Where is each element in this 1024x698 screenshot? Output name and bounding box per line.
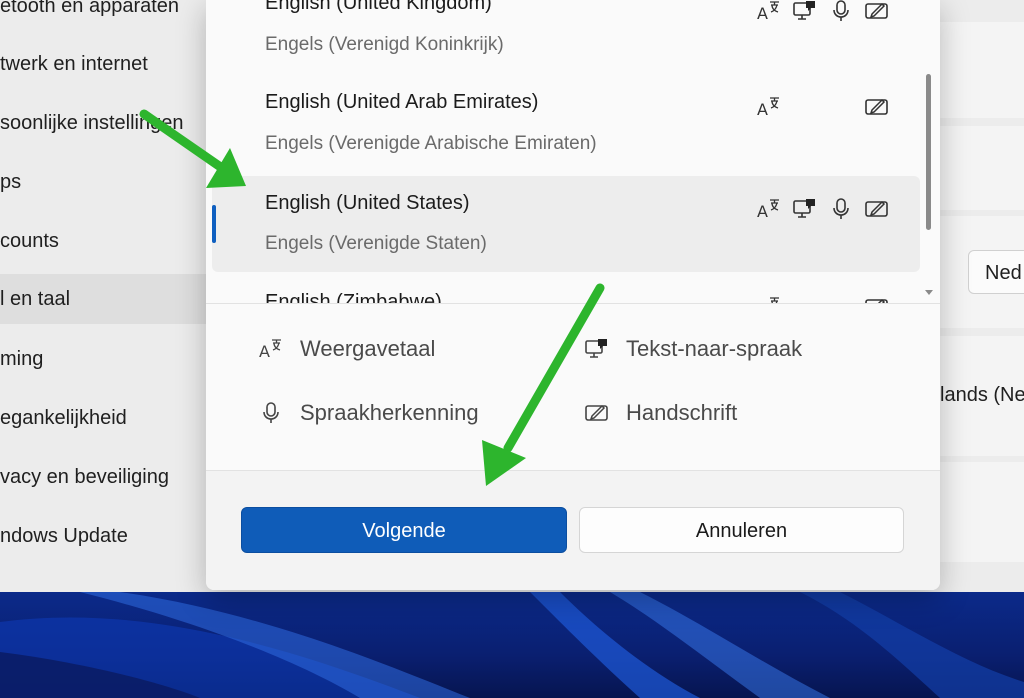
regional-format-value: lands (Ne [940,384,1024,406]
sidebar-item-windows-update[interactable]: ndows Update [0,518,128,554]
display-language-icon: A [756,94,782,120]
dialog-footer: Volgende Annuleren [206,471,940,590]
language-native-name: Engels (Verenigd Koninkrijk) [265,34,504,55]
language-dropdown-button[interactable]: Ned [968,250,1024,294]
list-item-english-uae[interactable]: English (United Arab Emirates) Engels (V… [212,76,920,172]
sidebar-item-accessibility[interactable]: egankelijkheid [0,400,127,436]
language-name: English (United States) [265,192,470,214]
language-native-name: Engels (Verenigde Arabische Emiraten) [265,133,597,154]
scrollbar-thumb[interactable] [926,74,931,230]
language-list: English (United Kingdom) Engels (Verenig… [206,0,940,304]
svg-text:A: A [259,342,270,361]
display-language-icon: A [756,196,782,222]
sidebar-item-privacy[interactable]: vacy en beveiliging [0,459,169,495]
desktop-wallpaper [0,592,1024,698]
handwriting-icon [864,94,890,120]
sidebar-item-network[interactable]: twerk en internet [0,46,148,82]
language-name: English (Zimbabwe) [265,291,442,304]
display-language-icon: A [756,294,782,303]
add-language-dialog: English (United Kingdom) Engels (Verenig… [206,0,940,590]
text-to-speech-icon [792,196,818,222]
scroll-down-arrow-icon[interactable] [924,284,934,295]
next-button[interactable]: Volgende [241,507,567,553]
list-item-english-uk[interactable]: English (United Kingdom) Engels (Verenig… [212,0,920,58]
microphone-icon [828,0,854,24]
list-item-english-zimbabwe[interactable]: English (Zimbabwe) A [212,278,920,304]
svg-text:A: A [757,202,768,221]
settings-card [930,462,1024,562]
sidebar-item-gaming[interactable]: ming [0,341,43,377]
settings-card [930,22,1024,118]
handwriting-icon [864,294,890,303]
sidebar-item-time-language[interactable]: l en taal [0,274,230,324]
display-language-icon: A [258,336,284,362]
list-item-english-us[interactable]: English (United States) Engels (Verenigd… [212,176,920,272]
legend-label: Spraakherkenning [300,400,479,425]
svg-text:A: A [757,4,768,23]
handwriting-icon [864,196,890,222]
language-native-name: Engels (Verenigde Staten) [265,233,487,254]
cancel-button[interactable]: Annuleren [579,507,904,553]
microphone-icon [828,196,854,222]
legend-label: Weergavetaal [300,336,436,361]
sidebar-item-accounts[interactable]: counts [0,223,59,259]
language-name: English (United Arab Emirates) [265,91,539,113]
display-language-icon: A [756,0,782,24]
text-to-speech-icon [792,0,818,24]
svg-text:A: A [757,100,768,119]
sidebar-item-bluetooth[interactable]: etooth en apparaten [0,0,179,24]
legend-label: Tekst-naar-spraak [626,336,803,361]
sidebar-item-apps[interactable]: ps [0,164,21,200]
settings-card [930,126,1024,210]
text-to-speech-icon [584,336,610,362]
handwriting-icon [864,0,890,24]
handwriting-icon [584,400,610,426]
language-name: English (United Kingdom) [265,0,492,14]
legend-label: Handschrift [626,400,738,425]
list-scrollbar[interactable] [924,60,934,300]
microphone-icon [258,400,284,426]
feature-legend: A Weergavetaal Tekst-naar-spraak Spraakh… [206,304,940,471]
sidebar-item-personalization[interactable]: soonlijke instellingen [0,105,183,141]
selection-indicator [212,205,216,243]
settings-sidebar: etooth en apparaten twerk en internet so… [0,0,230,592]
